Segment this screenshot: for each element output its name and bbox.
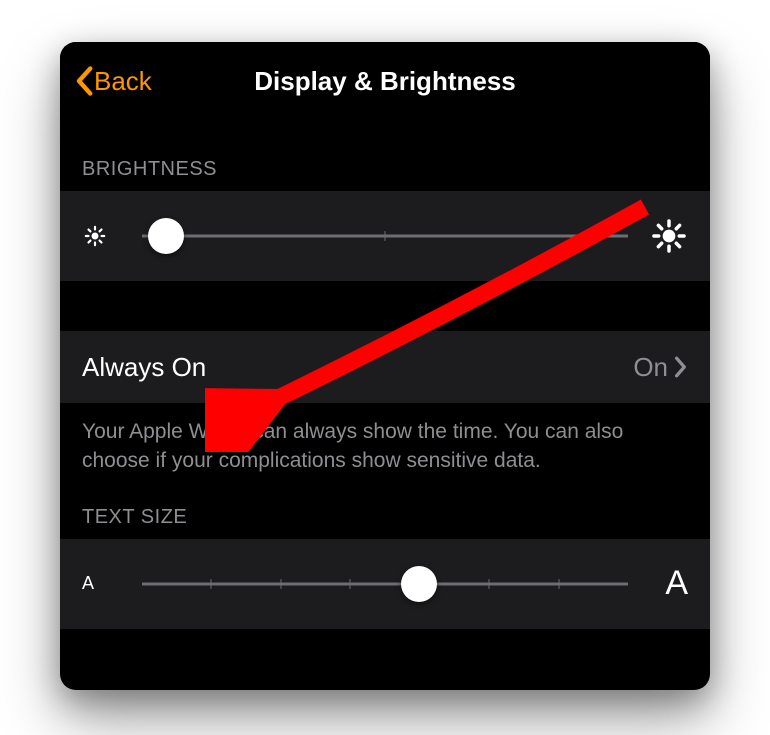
text-size-min-icon: A: [82, 573, 126, 594]
brightness-slider-row: [60, 191, 710, 281]
brightness-header: BRIGHTNESS: [60, 120, 710, 191]
slider-track: [142, 582, 628, 585]
always-on-value-wrap: On: [633, 352, 688, 383]
brightness-slider-thumb[interactable]: [148, 218, 184, 254]
text-size-slider[interactable]: [142, 564, 628, 604]
sun-large-icon: [644, 217, 688, 255]
navbar: Back Display & Brightness: [60, 42, 710, 120]
text-size-slider-row: A A: [60, 539, 710, 629]
chevron-right-icon: [674, 356, 688, 378]
sun-small-icon: [82, 223, 126, 249]
settings-screen: Back Display & Brightness BRIGHTNESS: [60, 42, 710, 690]
always-on-row[interactable]: Always On On: [60, 331, 710, 403]
always-on-footer: Your Apple Watch can always show the tim…: [60, 403, 710, 476]
brightness-slider[interactable]: [142, 216, 628, 256]
chevron-left-icon: [74, 66, 94, 96]
always-on-label: Always On: [82, 352, 206, 383]
back-button[interactable]: Back: [74, 66, 152, 97]
text-size-max-icon: A: [644, 564, 688, 603]
text-size-header: TEXT SIZE: [60, 476, 710, 539]
text-size-slider-thumb[interactable]: [401, 566, 437, 602]
back-label: Back: [94, 66, 152, 97]
page-title: Display & Brightness: [60, 66, 710, 97]
always-on-value: On: [633, 352, 668, 383]
